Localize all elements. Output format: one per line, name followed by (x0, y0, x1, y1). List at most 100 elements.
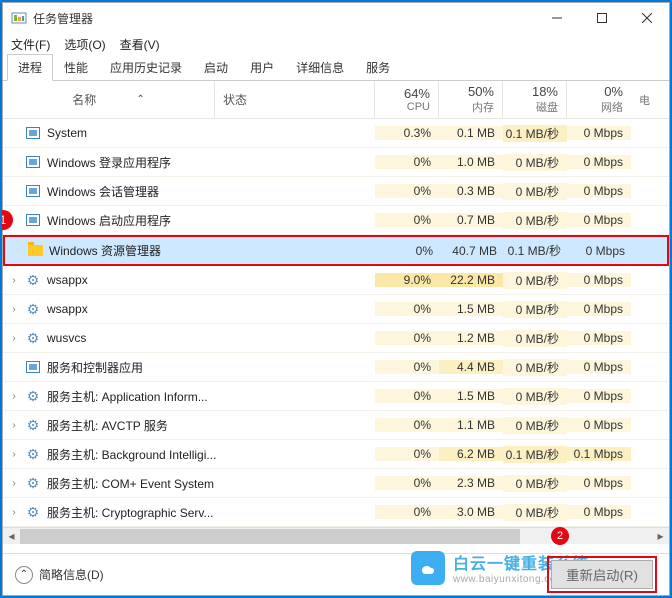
expand-icon[interactable]: › (9, 333, 19, 344)
col-disk[interactable]: 18%磁盘 (503, 81, 567, 118)
process-name: Windows 登录应用程序 (47, 154, 171, 171)
col-name[interactable]: 名称 ⌃ (3, 81, 215, 118)
cell-cpu: 0% (375, 505, 439, 519)
col-extra[interactable]: 电 (631, 81, 647, 118)
fewer-details-button[interactable]: ⌃ 简略信息(D) (15, 566, 104, 584)
cell-cpu: 0% (375, 360, 439, 374)
tab-users[interactable]: 用户 (239, 54, 285, 80)
scroll-left-icon[interactable]: ◂ (3, 528, 20, 545)
cell-disk: 0.1 MB/秒 (503, 446, 567, 463)
cell-cpu: 0% (375, 155, 439, 169)
menu-options[interactable]: 选项(O) (64, 36, 105, 53)
expand-icon[interactable]: › (9, 478, 19, 489)
col-network[interactable]: 0%网络 (567, 81, 631, 118)
cell-memory: 1.5 MB (439, 302, 503, 316)
expand-icon[interactable]: › (9, 304, 19, 315)
process-name: 服务主机: Application Inform... (47, 388, 208, 405)
chevron-up-icon: ⌃ (15, 566, 33, 584)
cell-cpu: 0% (375, 331, 439, 345)
cell-memory: 1.0 MB (439, 155, 503, 169)
cell-memory: 0.3 MB (439, 184, 503, 198)
tab-performance[interactable]: 性能 (53, 54, 99, 80)
cell-memory: 0.1 MB (439, 126, 503, 140)
cell-memory: 40.7 MB (441, 244, 505, 258)
cell-network: 0 Mbps (567, 302, 631, 316)
cell-disk: 0.1 MB/秒 (503, 125, 567, 142)
menu-file[interactable]: 文件(F) (11, 36, 50, 53)
cell-disk: 0 MB/秒 (503, 183, 567, 200)
tab-app-history[interactable]: 应用历史记录 (99, 54, 193, 80)
process-name: Windows 会话管理器 (47, 183, 159, 200)
table-row[interactable]: ›⚙wsappx0%1.5 MB0 MB/秒0 Mbps (3, 295, 669, 324)
process-name: System (47, 126, 87, 140)
cell-memory: 6.2 MB (439, 447, 503, 461)
process-name: Windows 资源管理器 (49, 242, 161, 259)
cell-cpu: 0% (377, 244, 441, 258)
tab-services[interactable]: 服务 (355, 54, 401, 80)
process-icon: ⚙ (25, 417, 41, 433)
callout-marker-2: 2 (551, 527, 569, 545)
process-icon: ⚙ (25, 330, 41, 346)
tab-details[interactable]: 详细信息 (285, 54, 355, 80)
process-icon (25, 125, 41, 141)
close-button[interactable] (624, 3, 669, 33)
cell-network: 0 Mbps (567, 331, 631, 345)
col-status[interactable]: 状态 (215, 81, 375, 118)
title-bar: 任务管理器 (3, 3, 669, 33)
tab-startup[interactable]: 启动 (193, 54, 239, 80)
table-row[interactable]: ›⚙wusvcs0%1.2 MB0 MB/秒0 Mbps (3, 324, 669, 353)
table-row[interactable]: Windows 资源管理器0%40.7 MB0.1 MB/秒0 Mbps (3, 235, 669, 266)
cell-cpu: 0% (375, 476, 439, 490)
table-row[interactable]: ›⚙服务主机: Application Inform...0%1.5 MB0 M… (3, 382, 669, 411)
expand-icon[interactable]: › (9, 391, 19, 402)
col-memory[interactable]: 50%内存 (439, 81, 503, 118)
process-name: 服务主机: COM+ Event System (47, 475, 214, 492)
cell-memory: 2.3 MB (439, 476, 503, 490)
cell-memory: 1.2 MB (439, 331, 503, 345)
cell-cpu: 9.0% (375, 273, 439, 287)
table-row[interactable]: 服务和控制器应用0%4.4 MB0 MB/秒0 Mbps (3, 353, 669, 382)
tab-processes[interactable]: 进程 (7, 54, 53, 81)
cell-disk: 0.1 MB/秒 (505, 242, 569, 259)
expand-icon[interactable]: › (9, 420, 19, 431)
table-row[interactable]: 1Windows 启动应用程序0%0.7 MB0 MB/秒0 Mbps (3, 206, 669, 235)
col-cpu[interactable]: 64%CPU (375, 81, 439, 118)
table-row[interactable]: Windows 登录应用程序0%1.0 MB0 MB/秒0 Mbps (3, 148, 669, 177)
menu-view[interactable]: 查看(V) (120, 36, 160, 53)
cell-disk: 0 MB/秒 (503, 388, 567, 405)
table-row[interactable]: System0.3%0.1 MB0.1 MB/秒0 Mbps (3, 119, 669, 148)
table-row[interactable]: ›⚙服务主机: Background Intelligi...0%6.2 MB0… (3, 440, 669, 469)
minimize-button[interactable] (534, 3, 579, 33)
table-row[interactable]: ›⚙wsappx9.0%22.2 MB0 MB/秒0 Mbps (3, 266, 669, 295)
table-row[interactable]: ›⚙服务主机: AVCTP 服务0%1.1 MB0 MB/秒0 Mbps (3, 411, 669, 440)
expand-icon[interactable]: › (9, 275, 19, 286)
horizontal-scrollbar[interactable]: ◂ ▸ (3, 527, 669, 544)
cell-disk: 0 MB/秒 (503, 417, 567, 434)
maximize-button[interactable] (579, 3, 624, 33)
process-icon (27, 243, 43, 259)
table-row[interactable]: Windows 会话管理器0%0.3 MB0 MB/秒0 Mbps (3, 177, 669, 206)
cell-memory: 0.7 MB (439, 213, 503, 227)
cell-disk: 0 MB/秒 (503, 504, 567, 521)
process-icon: ⚙ (25, 272, 41, 288)
cell-network: 0 Mbps (567, 418, 631, 432)
scroll-thumb[interactable] (20, 529, 520, 544)
cell-network: 0 Mbps (567, 389, 631, 403)
expand-icon[interactable]: › (9, 507, 19, 518)
sort-indicator-icon: ⌃ (136, 94, 144, 105)
restart-highlight: 重新启动(R) (547, 556, 657, 593)
app-icon (11, 10, 27, 26)
process-icon: ⚙ (25, 504, 41, 520)
scroll-right-icon[interactable]: ▸ (652, 528, 669, 545)
cell-network: 0 Mbps (567, 213, 631, 227)
table-row[interactable]: ›⚙服务主机: Cryptographic Serv...0%3.0 MB0 M… (3, 498, 669, 527)
process-icon (25, 212, 41, 228)
process-icon: ⚙ (25, 388, 41, 404)
expand-icon[interactable]: › (9, 449, 19, 460)
table-row[interactable]: ›⚙服务主机: COM+ Event System0%2.3 MB0 MB/秒0… (3, 469, 669, 498)
cell-cpu: 0.3% (375, 126, 439, 140)
cell-disk: 0 MB/秒 (503, 359, 567, 376)
cell-memory: 3.0 MB (439, 505, 503, 519)
cell-disk: 0 MB/秒 (503, 154, 567, 171)
restart-button[interactable]: 重新启动(R) (551, 560, 653, 589)
